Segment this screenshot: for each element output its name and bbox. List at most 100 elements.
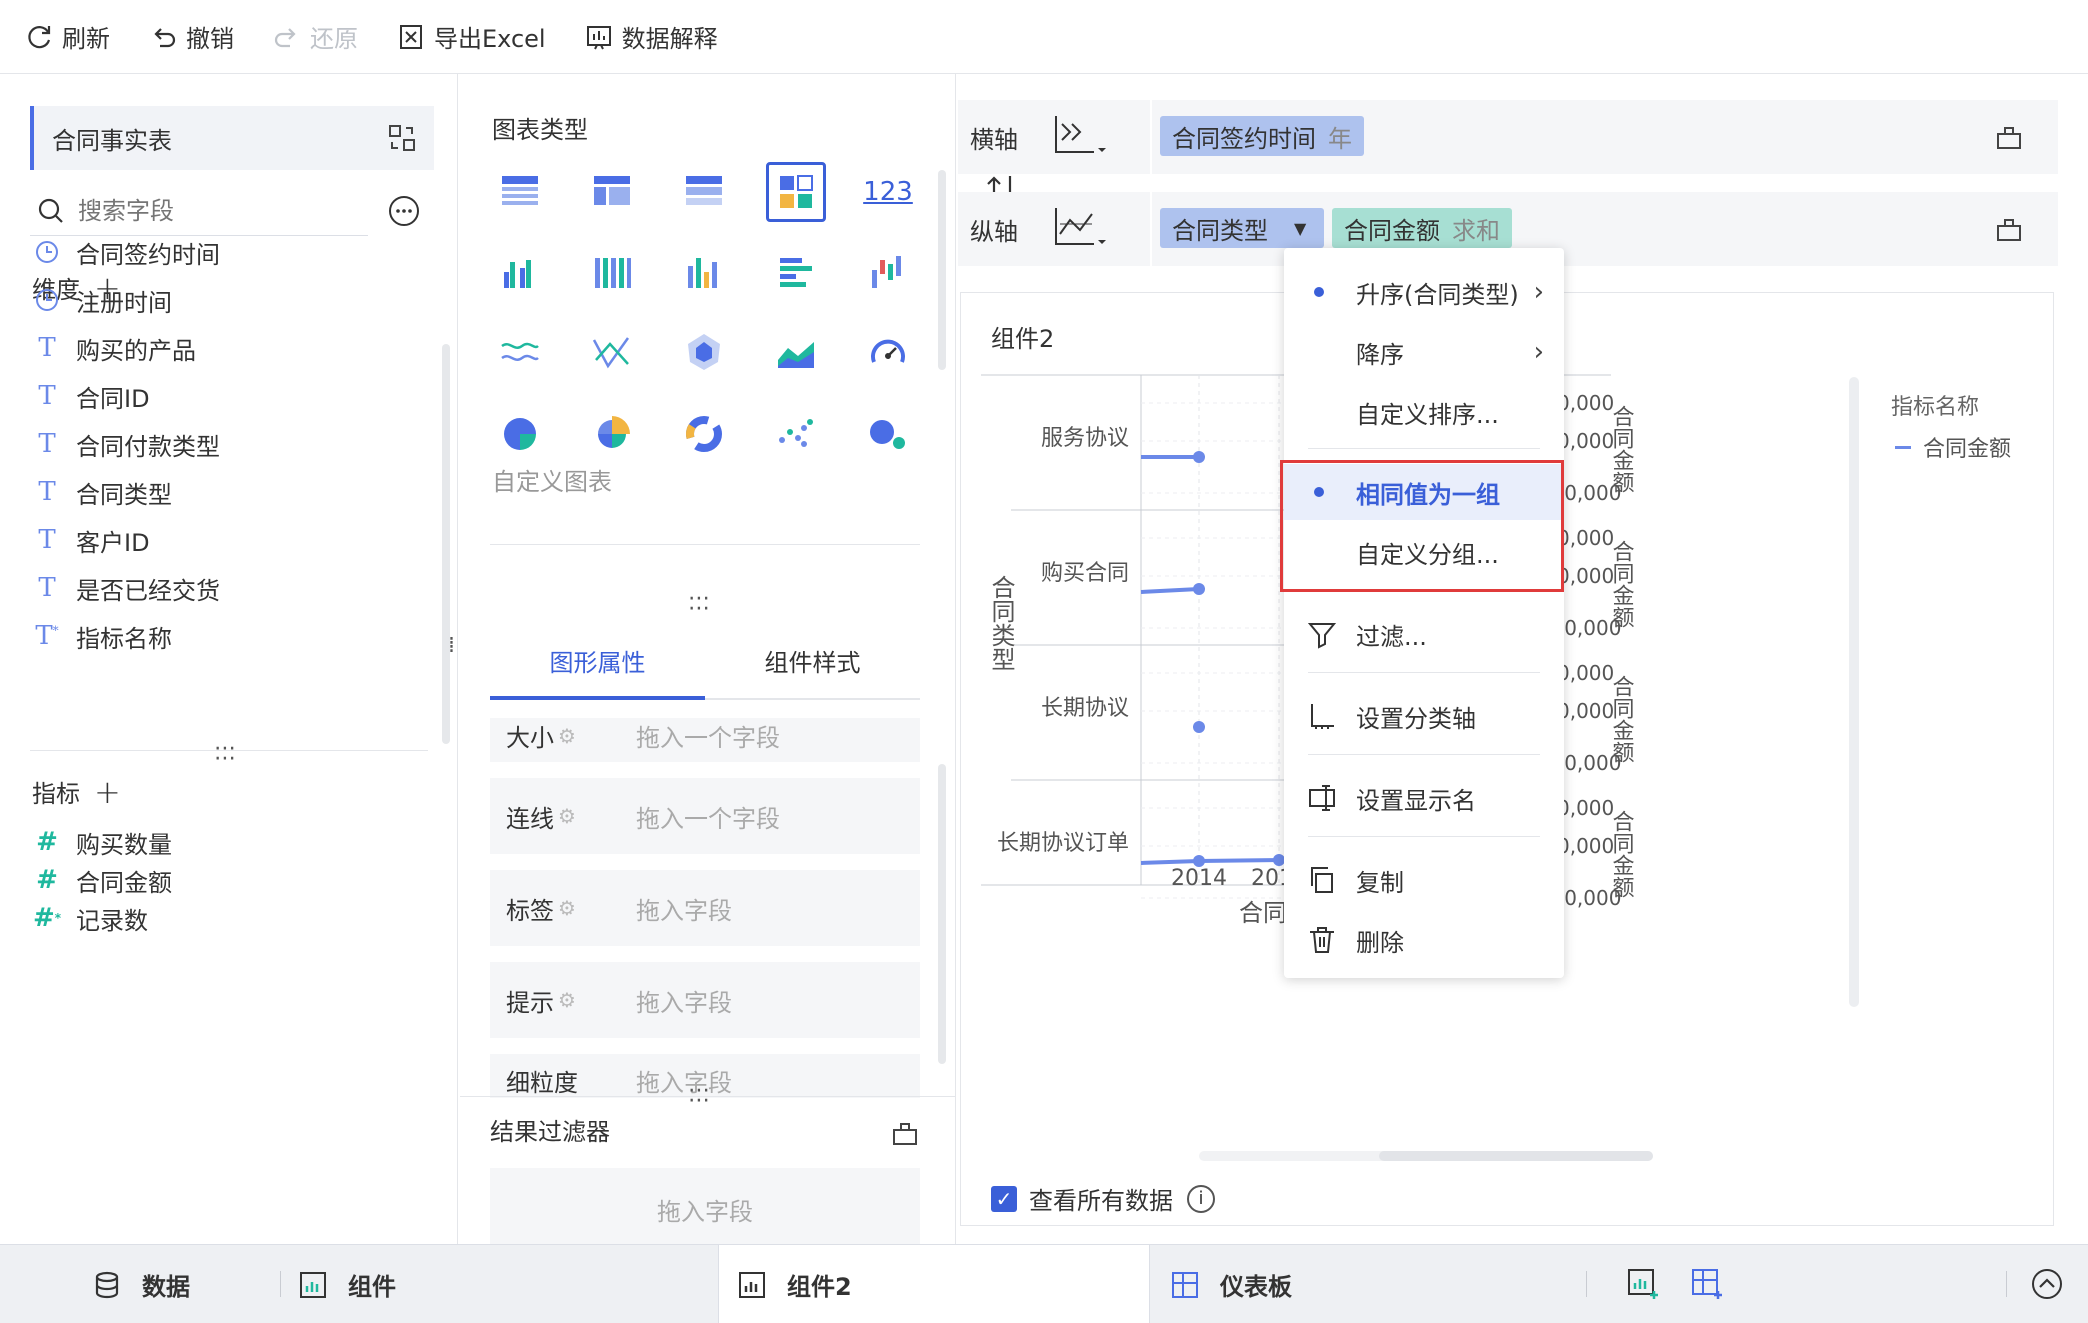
custom-chart-type-selected[interactable] xyxy=(766,162,826,222)
tab-dashboard-label: 仪表板 xyxy=(1220,1273,1292,1301)
menu-sort-asc[interactable]: 升序(合同类型) › xyxy=(1284,264,1564,320)
menu-custom-sort[interactable]: 自定义排序... xyxy=(1284,384,1564,440)
chart-horizontal-scrollbar[interactable] xyxy=(1199,1151,1653,1161)
view-all-checkbox[interactable]: ✓ xyxy=(991,1185,1017,1212)
menu-set-display-name[interactable]: 设置显示名 xyxy=(1284,770,1564,826)
scatter-chart-type[interactable] xyxy=(766,402,826,462)
pie-chart-type[interactable] xyxy=(490,402,550,462)
tab-component[interactable]: 组件 xyxy=(298,1245,396,1323)
custom-chart-label[interactable]: 自定义图表 xyxy=(492,462,612,497)
menu-custom-sort-label: 自定义排序... xyxy=(1356,400,1499,429)
redo-button[interactable]: 还原 xyxy=(272,19,358,54)
property-scrollbar[interactable] xyxy=(938,764,946,1064)
axis-settings-icon[interactable] xyxy=(1994,214,2024,244)
chart-vertical-scrollbar[interactable] xyxy=(1849,377,1859,1007)
rose-chart-type[interactable] xyxy=(582,402,642,462)
export-excel-button[interactable]: 导出Excel xyxy=(396,19,546,54)
tab-dashboard[interactable]: 仪表板 xyxy=(1170,1245,1292,1323)
filter-resize-grip[interactable]: ⋯ ⋯ xyxy=(688,1080,711,1112)
table-chart-type[interactable] xyxy=(490,162,550,222)
dimension-field[interactable]: T 合同付款类型 xyxy=(30,424,220,464)
switch-dataset-icon[interactable] xyxy=(386,122,418,154)
size-prop-row[interactable]: 大小 ⚙ 拖入一个字段 xyxy=(490,718,920,762)
dataset-selector[interactable]: 合同事实表 xyxy=(30,106,434,170)
dimension-field[interactable]: T 客户ID xyxy=(30,520,149,560)
y-axis-dimension-pill[interactable]: 合同类型 ▼ xyxy=(1160,208,1324,248)
mid-resize-grip[interactable]: ⋯ ⋯ xyxy=(688,588,711,620)
dimension-field[interactable]: T 购买的产品 xyxy=(30,328,196,368)
y-axis-chart-type-icon[interactable] xyxy=(1052,204,1110,254)
mid-divider xyxy=(490,544,920,545)
y-axis-dropzone[interactable]: 合同类型 ▼ 合同金额 求和 xyxy=(1152,192,2012,266)
data-explain-button[interactable]: 数据解释 xyxy=(584,19,718,54)
dimension-field[interactable]: 合同签约时间 xyxy=(30,232,220,272)
dimension-field[interactable]: T 合同类型 xyxy=(30,472,172,512)
add-component-icon[interactable] xyxy=(1626,1267,1660,1301)
resize-grip[interactable]: ⋯ ⋯ xyxy=(214,738,237,770)
menu-filter[interactable]: 过滤... xyxy=(1284,606,1564,662)
kpi-chart-type[interactable]: 123 xyxy=(858,162,918,222)
measure-field[interactable]: # * 记录数 xyxy=(30,898,148,938)
dimension-field-label: 合同ID xyxy=(76,384,150,413)
tab-component2[interactable]: 组件2 xyxy=(718,1245,1150,1323)
menu-delete[interactable]: 删除 xyxy=(1284,912,1564,968)
menu-set-category-axis[interactable]: 设置分类轴 xyxy=(1284,688,1564,744)
bubble-chart-type[interactable] xyxy=(858,402,918,462)
gauge-chart-type[interactable] xyxy=(858,322,918,382)
add-dashboard-icon[interactable] xyxy=(1690,1267,1724,1301)
dimension-field[interactable]: T 合同ID xyxy=(30,376,150,416)
view-all-label: 查看所有数据 xyxy=(1029,1187,1173,1215)
undo-button[interactable]: 撤销 xyxy=(148,19,234,54)
multi-line-chart-type[interactable] xyxy=(582,322,642,382)
x-axis-chart-type-icon[interactable] xyxy=(1052,112,1110,162)
more-options-icon[interactable] xyxy=(387,194,421,228)
panel-resize-grip[interactable]: ⁞ xyxy=(448,635,456,657)
add-measure-icon[interactable]: + xyxy=(94,776,121,808)
radar-chart-type[interactable] xyxy=(674,322,734,382)
gear-icon[interactable]: ⚙ xyxy=(558,804,576,828)
measure-field[interactable]: # 购买数量 xyxy=(30,822,172,862)
field-scrollbar[interactable] xyxy=(442,344,450,744)
bar-chart-type[interactable] xyxy=(674,242,734,302)
x-axis-field-pill[interactable]: 合同签约时间 年 xyxy=(1160,116,1364,156)
gear-icon[interactable]: ⚙ xyxy=(558,896,576,920)
legend-item[interactable]: 合同金额 xyxy=(1895,431,2011,463)
info-icon[interactable]: i xyxy=(1187,1184,1215,1213)
gear-icon[interactable]: ⚙ xyxy=(558,724,576,748)
area-chart-type[interactable] xyxy=(766,322,826,382)
caret-down-icon[interactable]: ▼ xyxy=(1294,219,1306,238)
x-axis-dropzone[interactable]: 合同签约时间 年 xyxy=(1152,100,2012,174)
detail-table-chart-type[interactable] xyxy=(674,162,734,222)
refresh-button[interactable]: 刷新 xyxy=(24,19,110,54)
measure-field[interactable]: # 合同金额 xyxy=(30,860,172,900)
chart-type-scrollbar[interactable] xyxy=(938,170,946,370)
scroll-thumb[interactable] xyxy=(1379,1151,1653,1161)
horizontal-bar-chart-type[interactable] xyxy=(766,242,826,302)
grouped-bar-chart-type[interactable] xyxy=(490,242,550,302)
connect-line-prop-row[interactable]: 连线 ⚙ 拖入一个字段 xyxy=(490,778,920,854)
label-prop-row[interactable]: 标签 ⚙ 拖入字段 xyxy=(490,870,920,946)
search-input[interactable] xyxy=(78,196,358,225)
facet-label: 长期协议 xyxy=(1041,696,1129,721)
waterfall-chart-type[interactable] xyxy=(858,242,918,302)
dimension-context-menu: 升序(合同类型) › 降序 › 自定义排序... 相同值为一组 自定义分组... 过… xyxy=(1284,248,1564,978)
y-axis-measure-pill[interactable]: 合同金额 求和 xyxy=(1332,208,1512,248)
stacked-bar-chart-type[interactable] xyxy=(582,242,642,302)
gear-icon[interactable]: ⚙ xyxy=(558,988,576,1012)
filter-settings-icon[interactable] xyxy=(890,1118,920,1148)
menu-sort-desc[interactable]: 降序 › xyxy=(1284,324,1564,380)
menu-copy[interactable]: 复制 xyxy=(1284,852,1564,908)
dimension-field[interactable]: 注册时间 xyxy=(30,280,172,320)
tooltip-prop-row[interactable]: 提示 ⚙ 拖入字段 xyxy=(490,962,920,1038)
x-axis-label: 横轴 xyxy=(970,125,1018,154)
tab-component-style[interactable]: 组件样式 xyxy=(705,622,920,698)
line-chart-type[interactable] xyxy=(490,322,550,382)
dimension-field[interactable]: T* 指标名称 xyxy=(30,616,172,656)
tab-graphic-properties[interactable]: 图形属性 xyxy=(490,622,705,700)
chevron-up-circle-icon[interactable] xyxy=(2030,1267,2064,1301)
donut-chart-type[interactable] xyxy=(674,402,734,462)
axis-settings-icon[interactable] xyxy=(1994,122,2024,152)
tab-data[interactable]: 数据 xyxy=(92,1245,190,1323)
dimension-field[interactable]: T 是否已经交货 xyxy=(30,568,220,608)
group-table-chart-type[interactable] xyxy=(582,162,642,222)
